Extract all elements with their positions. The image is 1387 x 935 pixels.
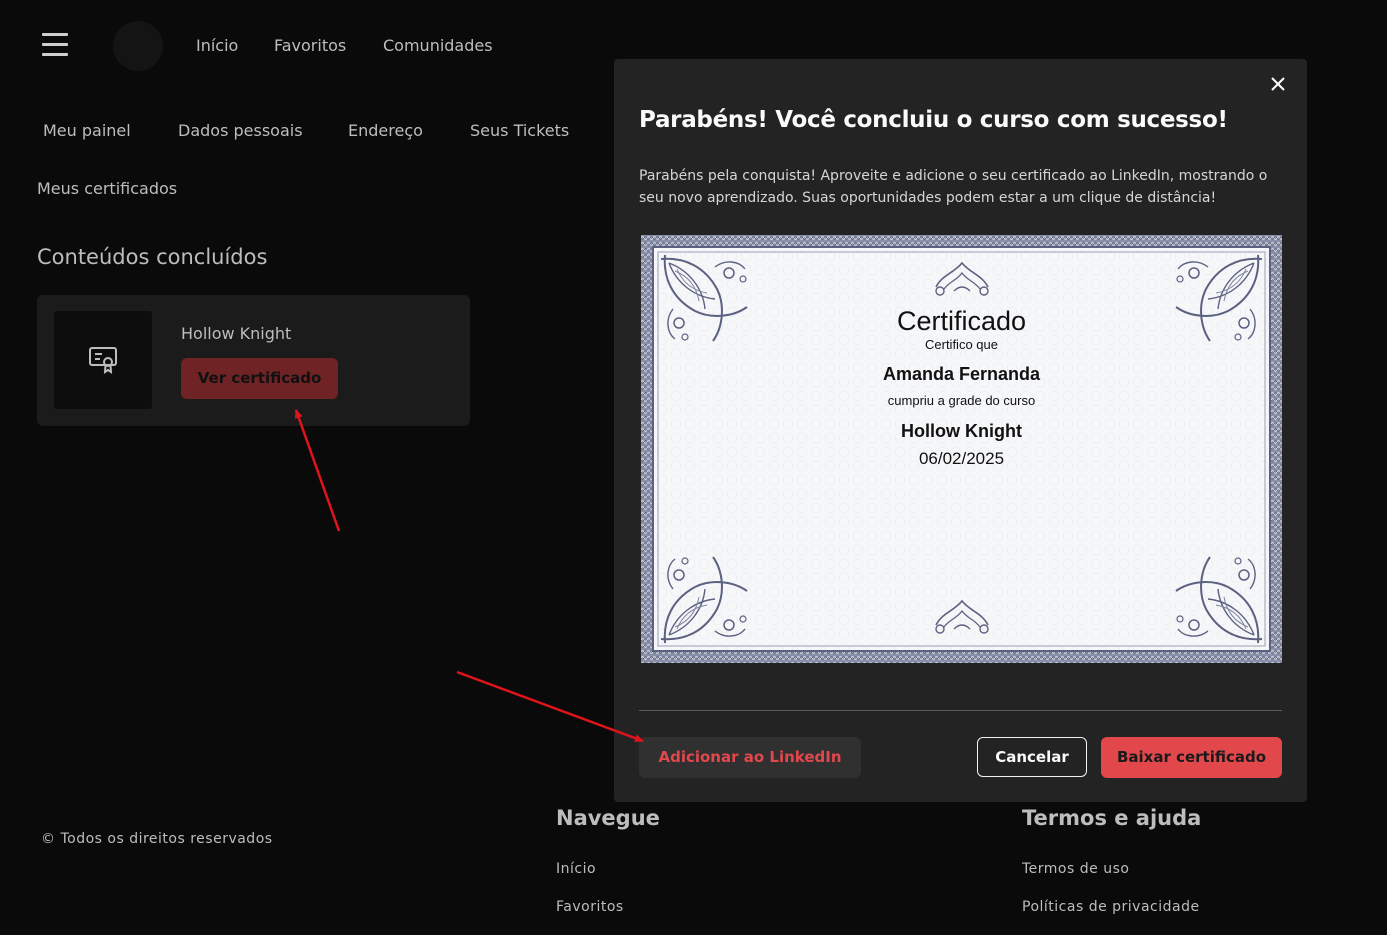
tab-endereco[interactable]: Endereço	[348, 121, 423, 140]
footer-navegue-title: Navegue	[556, 806, 660, 830]
footer-termos-title: Termos e ajuda	[1022, 806, 1202, 830]
footer-link-inicio[interactable]: Início	[556, 861, 596, 877]
certificate-recipient: Amanda Fernanda	[882, 364, 1041, 384]
certificate-certify-text: Certifico que	[925, 337, 998, 352]
certificate-completed-text: cumpriu a grade do curso	[887, 393, 1036, 408]
certificate-heading: Certificado	[896, 306, 1027, 336]
modal-description: Parabéns pela conquista! Aproveite e adi…	[639, 168, 1268, 206]
nav-comunidades[interactable]: Comunidades	[383, 36, 493, 55]
view-certificate-button[interactable]: Ver certificado	[181, 358, 338, 399]
copyright: © Todos os direitos reservados	[41, 831, 273, 847]
tab-dados-pessoais[interactable]: Dados pessoais	[178, 121, 303, 140]
course-card: Hollow Knight Ver certificado	[37, 295, 470, 426]
tab-meu-painel[interactable]: Meu painel	[43, 121, 131, 140]
course-title: Hollow Knight	[181, 324, 292, 343]
modal-title: Parabéns! Você concluiu o curso com suce…	[639, 107, 1228, 133]
cancel-button[interactable]: Cancelar	[977, 737, 1087, 777]
certificate-date: 06/02/2025	[918, 449, 1005, 468]
nav-inicio[interactable]: Início	[196, 36, 238, 55]
close-icon[interactable]	[1268, 74, 1288, 94]
footer-link-privacidade[interactable]: Políticas de privacidade	[1022, 899, 1200, 915]
avatar[interactable]	[113, 21, 163, 71]
tab-seus-tickets[interactable]: Seus Tickets	[470, 121, 569, 140]
certificate-icon	[89, 347, 117, 374]
footer-link-favoritos[interactable]: Favoritos	[556, 899, 624, 915]
arrow-to-view-certificate	[294, 409, 341, 532]
modal-divider	[639, 710, 1282, 711]
footer-link-termos[interactable]: Termos de uso	[1022, 861, 1129, 877]
add-to-linkedin-button[interactable]: Adicionar ao LinkedIn	[639, 737, 861, 778]
tab-meus-certificados[interactable]: Meus certificados	[37, 179, 177, 198]
section-title: Conteúdos concluídos	[37, 245, 268, 269]
download-certificate-button[interactable]: Baixar certificado	[1101, 737, 1282, 778]
certificate-preview: Certificado Certifico que Amanda Fernand…	[641, 235, 1282, 663]
certificate-modal: Parabéns! Você concluiu o curso com suce…	[614, 59, 1307, 802]
nav-favoritos[interactable]: Favoritos	[274, 36, 346, 55]
menu-icon[interactable]	[42, 33, 68, 57]
certificate-course: Hollow Knight	[901, 421, 1022, 441]
course-thumbnail	[54, 311, 152, 409]
